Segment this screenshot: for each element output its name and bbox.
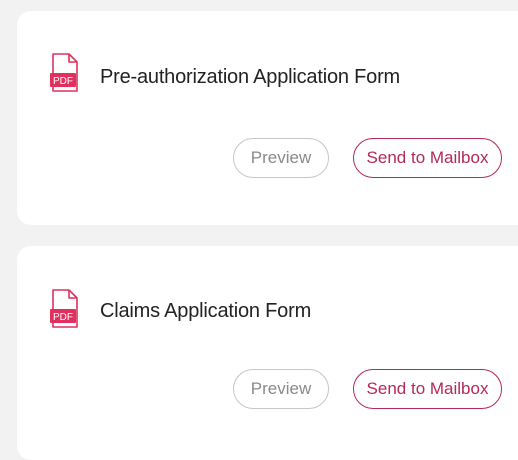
document-title: Pre-authorization Application Form bbox=[100, 66, 401, 88]
pdf-file-icon: PDF bbox=[50, 53, 80, 93]
document-title: Claims Application Form bbox=[100, 300, 312, 322]
pdf-file-icon: PDF bbox=[50, 289, 80, 329]
document-card: PDF Claims Application Form Preview Send… bbox=[17, 246, 518, 460]
document-card: PDF Pre-authorization Application Form P… bbox=[17, 11, 518, 225]
pdf-icon-label: PDF bbox=[53, 312, 73, 323]
preview-button[interactable]: Preview bbox=[233, 369, 329, 409]
send-to-mailbox-button[interactable]: Send to Mailbox bbox=[353, 138, 502, 178]
pdf-icon-label: PDF bbox=[53, 76, 73, 87]
send-to-mailbox-button[interactable]: Send to Mailbox bbox=[353, 369, 502, 409]
preview-button[interactable]: Preview bbox=[233, 138, 329, 178]
